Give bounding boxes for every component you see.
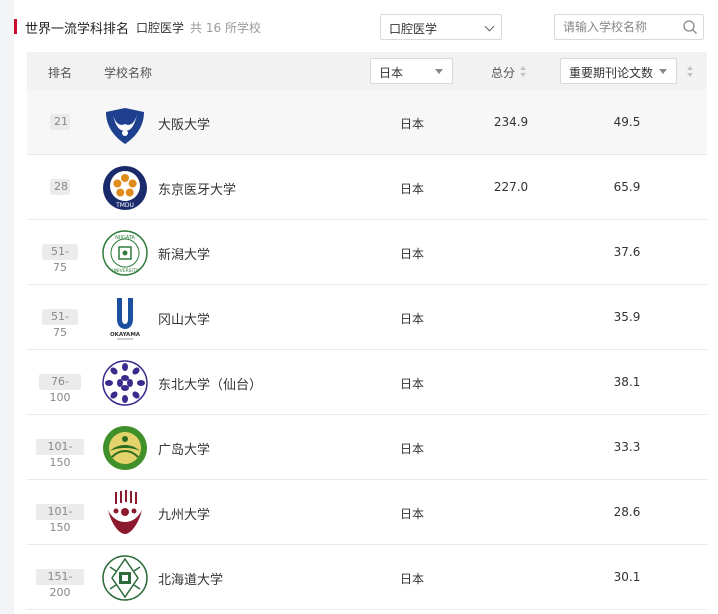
papers-cell: 37.6	[613, 245, 641, 259]
country-cell: 日本	[400, 117, 425, 131]
school-name[interactable]: 东北大学（仙台）	[158, 374, 262, 393]
table-header: 排名 学校名称 日本 总分 重要期刊论文数	[27, 52, 707, 90]
total-score-label: 总分	[491, 66, 516, 80]
papers-cell: 33.3	[613, 440, 641, 454]
rank-column-header: 排名	[48, 66, 73, 80]
country-cell: 日本	[400, 182, 425, 196]
country-cell: 日本	[400, 442, 425, 456]
school-count: 共 16 所学校	[190, 19, 261, 36]
school-column-header: 学校名称	[104, 66, 153, 80]
school-name[interactable]: 九州大学	[158, 504, 210, 523]
rank-badge: 51-75	[42, 244, 78, 274]
subject-label: 口腔医学	[136, 21, 185, 35]
papers-cell: 35.9	[613, 310, 641, 324]
table-row[interactable]: 101-150 九州大学 日本 28.6	[27, 480, 707, 545]
table-row[interactable]: 151-200 北海道大学 日本 30.1	[27, 545, 707, 610]
metric-select[interactable]: 重要期刊论文数	[560, 58, 677, 84]
ranking-table: 排名 学校名称 日本 总分 重要期刊论文数 21 大阪大学 日本 234.9 4…	[27, 52, 707, 614]
sort-icon[interactable]	[519, 66, 527, 78]
niigata-logo-icon: NIIGATA UNIVERSITY	[102, 230, 148, 276]
count-suffix: 所学校	[224, 21, 261, 35]
table-row[interactable]: 51-75 OKAYAMA 冈山大学 日本 35.9	[27, 285, 707, 350]
country-filter-value: 日本	[379, 66, 404, 80]
rank-badge: 101-150	[36, 439, 84, 469]
country-cell: 日本	[400, 247, 425, 261]
count-number: 16	[205, 21, 222, 35]
subject-select[interactable]: 口腔医学	[380, 14, 502, 40]
hiroshima-logo-icon	[103, 426, 147, 470]
count-prefix: 共	[190, 21, 203, 35]
caret-down-icon	[435, 69, 443, 74]
country-cell: 日本	[400, 377, 425, 391]
table-row[interactable]: 21 大阪大学 日本 234.9 49.5	[27, 90, 707, 155]
school-name[interactable]: 广岛大学	[158, 439, 210, 458]
country-cell: 日本	[400, 312, 425, 326]
okayama-logo-icon: OKAYAMA	[110, 298, 141, 340]
total-score-cell: 227.0	[493, 180, 529, 194]
subject-select-value: 口腔医学	[389, 22, 438, 36]
school-name[interactable]: 大阪大学	[158, 114, 210, 133]
table-row[interactable]: 76-100 东北大学（仙台） 日本 38.1	[27, 350, 707, 415]
title-accent-bar	[14, 19, 17, 34]
rank-badge: 76-100	[39, 374, 81, 404]
country-cell: 日本	[400, 572, 425, 586]
chevron-down-icon	[484, 21, 495, 32]
school-name[interactable]: 北海道大学	[158, 569, 223, 588]
page-title: 世界一流学科排名	[25, 22, 130, 37]
total-score-column-header[interactable]: 总分	[491, 64, 515, 81]
table-row[interactable]: 28 TMDU 东京医牙大学 日本 227.0 65.9	[27, 155, 707, 220]
rank-badge: 151-200	[36, 569, 84, 599]
papers-cell: 38.1	[613, 375, 641, 389]
country-filter[interactable]: 日本	[370, 58, 453, 84]
tmdu-logo-text: TMDU	[115, 202, 134, 209]
papers-cell: 49.5	[613, 115, 641, 129]
search-icon[interactable]	[682, 19, 698, 35]
sort-icon[interactable]	[686, 66, 694, 78]
niigata-logo-top-text: NIIGATA	[115, 235, 135, 241]
table-row[interactable]: 51-75 NIIGATA UNIVERSITY 新潟大学 日本 37.6	[27, 220, 707, 285]
papers-cell: 30.1	[613, 570, 641, 584]
rank-badge: 28	[50, 179, 70, 195]
search-input[interactable]	[563, 20, 673, 34]
kyushu-logo-icon	[108, 490, 142, 534]
country-cell: 日本	[400, 507, 425, 521]
rank-badge: 101-150	[36, 504, 84, 534]
ranking-panel: 世界一流学科排名 口腔医学 共 16 所学校 口腔医学 排名 学校名称 日本	[14, 0, 718, 614]
tohoku-logo-icon	[102, 360, 148, 406]
total-score-cell: 234.9	[493, 115, 529, 129]
rank-badge: 21	[50, 114, 70, 130]
okayama-logo-text: OKAYAMA	[110, 332, 141, 338]
papers-cell: 65.9	[613, 180, 641, 194]
hokkaido-logo-icon	[102, 555, 148, 601]
niigata-logo-bottom-text: UNIVERSITY	[112, 268, 139, 274]
papers-cell: 28.6	[613, 505, 641, 519]
rank-badge: 51-75	[42, 309, 78, 339]
osaka-logo-icon	[106, 108, 144, 144]
tmdu-logo-icon: TMDU	[103, 166, 147, 210]
panel-header: 世界一流学科排名 口腔医学 共 16 所学校 口腔医学	[14, 0, 718, 52]
school-name[interactable]: 新潟大学	[158, 244, 210, 263]
school-name[interactable]: 东京医牙大学	[158, 179, 236, 198]
table-row[interactable]: 101-150 广岛大学 日本 33.3	[27, 415, 707, 480]
school-name[interactable]: 冈山大学	[158, 309, 210, 328]
metric-select-value: 重要期刊论文数	[569, 66, 654, 80]
search-box[interactable]	[554, 14, 704, 40]
caret-down-icon	[659, 69, 667, 74]
